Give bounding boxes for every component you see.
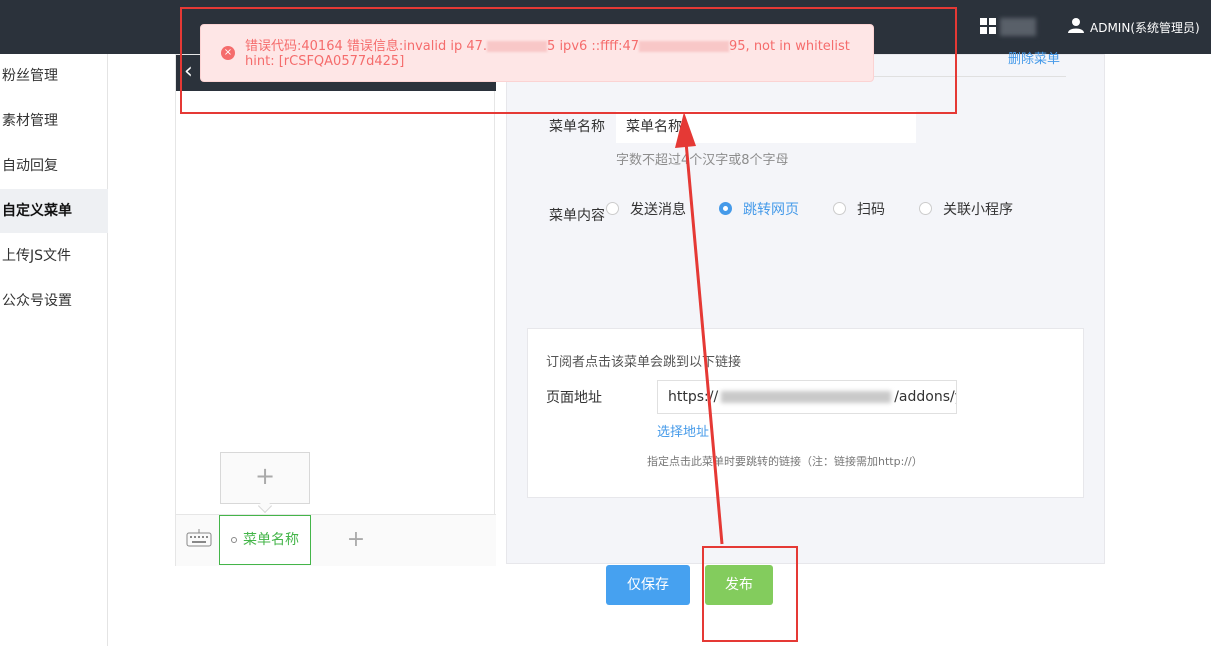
url-prefix: https:// [668, 389, 719, 405]
page-url-input[interactable]: https:// /addons/yun [657, 380, 957, 414]
page-url-label: 页面地址 [546, 390, 602, 406]
grid-icon[interactable] [980, 18, 996, 34]
user-icon[interactable] [1068, 17, 1084, 33]
sidebar-item-auto-reply[interactable]: 自动回复 [0, 144, 108, 188]
radio-circle[interactable] [919, 202, 932, 215]
radio-label: 扫码 [857, 202, 885, 218]
sidebar-item-upload-js[interactable]: 上传JS文件 [0, 234, 108, 278]
sidebar: 粉丝管理 素材管理 自动回复 自定义菜单 上传JS文件 公众号设置 [0, 54, 108, 646]
add-menu-button[interactable]: + [346, 525, 366, 555]
menu-tab[interactable]: 菜单名称 [219, 515, 311, 565]
save-only-button[interactable]: 仅保存 [606, 565, 690, 605]
radio-circle[interactable] [606, 202, 619, 215]
annotation-box-publish [702, 546, 798, 642]
keyboard-icon[interactable] [186, 529, 212, 547]
menu-tab-label: 菜单名称 [243, 532, 299, 548]
menu-content-label: 菜单内容 [549, 208, 605, 224]
menu-name-input[interactable]: 菜单名称 [616, 111, 916, 143]
link-note: 指定点击此菜单时要跳转的链接（注：链接需加http://） [647, 455, 923, 468]
annotation-box-error [180, 7, 957, 114]
radio-circle[interactable] [833, 202, 846, 215]
sidebar-item-account-settings[interactable]: 公众号设置 [0, 279, 108, 323]
phone-preview: ‹ 菜单名称 + + [175, 54, 496, 566]
url-suffix: /addons/yun [894, 389, 956, 405]
popup-arrow [257, 498, 273, 514]
site-name-redacted [1000, 18, 1036, 36]
sidebar-item-fans[interactable]: 粉丝管理 [0, 54, 108, 98]
radio-label: 跳转网页 [743, 202, 799, 218]
menu-name-label: 菜单名称 [549, 119, 605, 135]
menu-name-hint: 字数不超过4个汉字或8个字母 [616, 153, 789, 168]
submenu-popup[interactable]: + [220, 452, 310, 514]
choose-url-link[interactable]: 选择地址 [657, 421, 709, 440]
radio-label: 发送消息 [630, 202, 686, 218]
phone-menu-bar: 菜单名称 + [176, 514, 496, 566]
user-name[interactable]: ADMIN(系统管理员) [1090, 19, 1200, 36]
radio-circle-selected[interactable] [719, 202, 732, 215]
link-description: 订阅者点击该菜单会跳到以下链接 [546, 355, 742, 370]
sidebar-item-custom-menu[interactable]: 自定义菜单 [0, 189, 108, 233]
add-submenu-icon[interactable]: + [221, 461, 309, 491]
radio-label: 关联小程序 [943, 202, 1013, 218]
sidebar-item-materials[interactable]: 素材管理 [0, 99, 108, 143]
delete-menu-link[interactable]: 删除菜单 [1008, 48, 1060, 67]
url-redacted [721, 391, 892, 403]
menu-dot-icon [231, 537, 237, 543]
